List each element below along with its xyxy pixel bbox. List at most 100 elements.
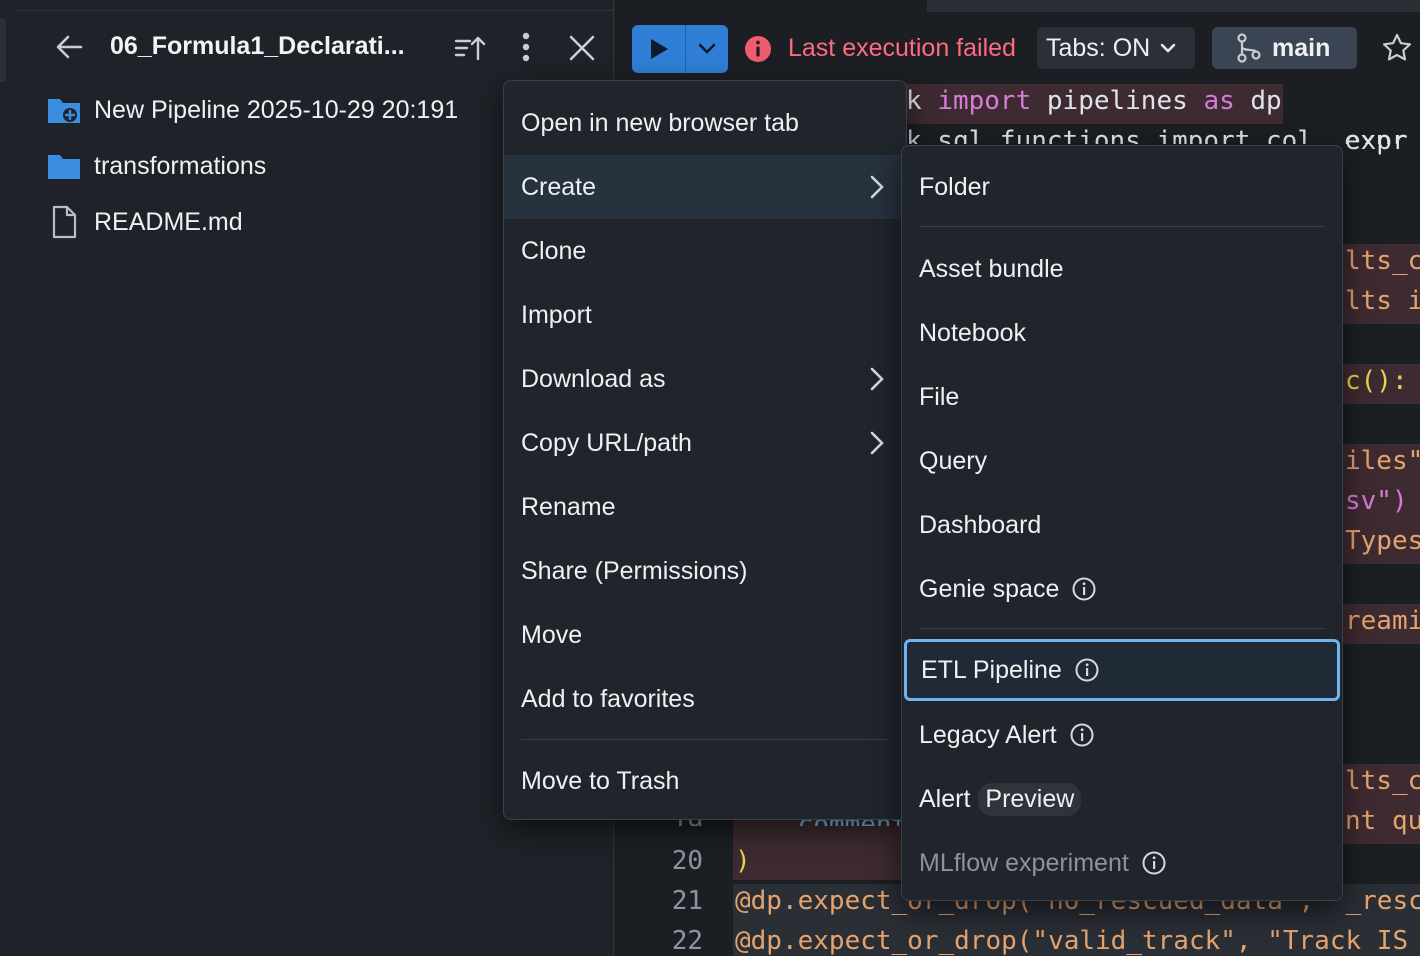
chevron-right-icon (866, 431, 888, 455)
menu-item-import[interactable]: Import (504, 283, 906, 347)
menu-item-label: Clone (521, 236, 587, 265)
code-fragment: lts_c (1345, 766, 1420, 796)
context-menu: Open in new browser tab Create Clone Imp… (503, 80, 907, 820)
menu-item-label: Download as (521, 364, 666, 393)
code-token: dp (1250, 86, 1282, 116)
create-dashboard[interactable]: Dashboard (902, 494, 1342, 556)
menu-item-label: Move (521, 620, 583, 649)
create-query[interactable]: Query (902, 430, 1342, 492)
create-file[interactable]: File (902, 366, 1342, 428)
code-fragment: Types (1345, 526, 1420, 556)
code-line-import: k import pipelines as dp (906, 86, 1282, 116)
info-icon[interactable] (1071, 576, 1097, 602)
submenu-item-label: Folder (919, 172, 990, 201)
branch-selector[interactable]: main (1212, 27, 1357, 69)
menu-item-label: Move to Trash (521, 766, 680, 795)
create-etl-pipeline[interactable]: ETL Pipeline (904, 639, 1340, 701)
code-highlight (733, 820, 903, 880)
create-genie-space[interactable]: Genie space (902, 558, 1342, 620)
sort-icon[interactable] (450, 28, 490, 68)
tree-item-label: README.md (94, 207, 243, 236)
submenu-item-label: Notebook (919, 318, 1027, 347)
code-line-functions: k.sql.functions import col, expr (906, 126, 1407, 144)
menu-item-share[interactable]: Share (Permissions) (504, 539, 906, 603)
file-browser-header: 06_Formula1_Declarati... (50, 24, 610, 70)
star-icon[interactable] (1377, 28, 1417, 68)
submenu-divider (919, 226, 1325, 227)
panel-edge-handle[interactable] (0, 18, 6, 82)
tree-item-label: New Pipeline 2025-10-29 20:191 (94, 95, 459, 124)
menu-item-label: Copy URL/path (521, 428, 692, 457)
folder-title: 06_Formula1_Declarati... (110, 32, 405, 60)
code-fragment: lts_c (1345, 246, 1420, 276)
code-line-22: @dp.expect_or_drop("valid_track", "Track… (735, 926, 1409, 956)
pipeline-folder-icon (44, 90, 84, 130)
menu-item-create[interactable]: Create (504, 155, 906, 219)
submenu-divider (919, 628, 1325, 629)
execution-status-text[interactable]: Last execution failed (788, 34, 1016, 63)
submenu-item-label: ETL Pipeline (921, 655, 1062, 684)
git-branch-icon (1236, 33, 1262, 63)
preview-badge: Preview (978, 782, 1082, 816)
code-token: k (906, 86, 922, 116)
menu-item-label: Rename (521, 492, 616, 521)
menu-item-label: Add to favorites (521, 684, 695, 713)
chevron-right-icon (866, 367, 888, 391)
menu-item-copy-url[interactable]: Copy URL/path (504, 411, 906, 475)
tabs-toggle-label: Tabs: ON (1046, 33, 1151, 62)
code-fragment: iles" (1345, 446, 1420, 476)
create-submenu: Folder Asset bundle Notebook File Query … (901, 145, 1343, 901)
menu-item-download-as[interactable]: Download as (504, 347, 906, 411)
code-fragment: nt qu (1345, 806, 1420, 836)
submenu-item-label: Alert (919, 784, 971, 813)
chevron-right-icon (866, 175, 888, 199)
create-alert[interactable]: Alert Preview (902, 768, 1342, 830)
create-asset-bundle[interactable]: Asset bundle (902, 238, 1342, 300)
submenu-item-label: File (919, 382, 960, 411)
tree-item-pipeline[interactable]: New Pipeline 2025-10-29 20:191 (44, 82, 514, 138)
code-token: pipelines (1046, 86, 1188, 116)
menu-item-label: Import (521, 300, 592, 329)
info-icon[interactable] (1141, 850, 1167, 876)
submenu-item-label: MLflow experiment (919, 848, 1129, 877)
line-number: 22 (671, 926, 703, 956)
info-icon[interactable] (1074, 657, 1100, 683)
menu-divider (521, 739, 889, 740)
create-legacy-alert[interactable]: Legacy Alert (902, 704, 1342, 766)
folder-icon (44, 146, 84, 186)
menu-item-open-new-tab[interactable]: Open in new browser tab (504, 91, 906, 155)
branch-name: main (1272, 33, 1331, 62)
submenu-item-label: Asset bundle (919, 254, 1064, 283)
info-icon[interactable] (1069, 722, 1095, 748)
menu-item-label: Share (Permissions) (521, 556, 748, 585)
menu-item-label: Create (521, 172, 597, 201)
submenu-item-label: Legacy Alert (919, 720, 1057, 749)
file-tree: New Pipeline 2025-10-29 20:191 transform… (44, 82, 514, 250)
menu-item-rename[interactable]: Rename (504, 475, 906, 539)
menu-item-move[interactable]: Move (504, 603, 906, 667)
menu-item-add-favorites[interactable]: Add to favorites (504, 667, 906, 731)
tabs-toggle[interactable]: Tabs: ON (1037, 27, 1195, 69)
line-number: 20 (671, 846, 703, 876)
editor-toolbar: Last execution failed Tabs: ON main (615, 22, 1420, 76)
code-token: as (1203, 86, 1235, 116)
code-fragment: lts i (1345, 286, 1420, 316)
editor-tab-strip (927, 0, 1420, 12)
menu-item-move-to-trash[interactable]: Move to Trash (504, 749, 906, 813)
chevron-down-icon (1158, 38, 1178, 58)
back-arrow-icon[interactable] (50, 28, 88, 66)
chevron-down-icon[interactable] (686, 25, 728, 73)
create-folder[interactable]: Folder (902, 156, 1342, 218)
submenu-item-label: Genie space (919, 574, 1060, 603)
create-notebook[interactable]: Notebook (902, 302, 1342, 364)
tree-item-transformations[interactable]: transformations (44, 138, 514, 194)
code-token: import (937, 86, 1032, 116)
tree-item-readme[interactable]: README.md (44, 194, 514, 250)
close-icon[interactable] (562, 28, 602, 68)
play-icon[interactable] (632, 25, 686, 73)
run-button[interactable] (632, 25, 728, 73)
code-token: expr (1345, 126, 1408, 156)
menu-item-clone[interactable]: Clone (504, 219, 906, 283)
tree-item-label: transformations (94, 151, 267, 180)
more-options-icon[interactable] (508, 26, 544, 68)
